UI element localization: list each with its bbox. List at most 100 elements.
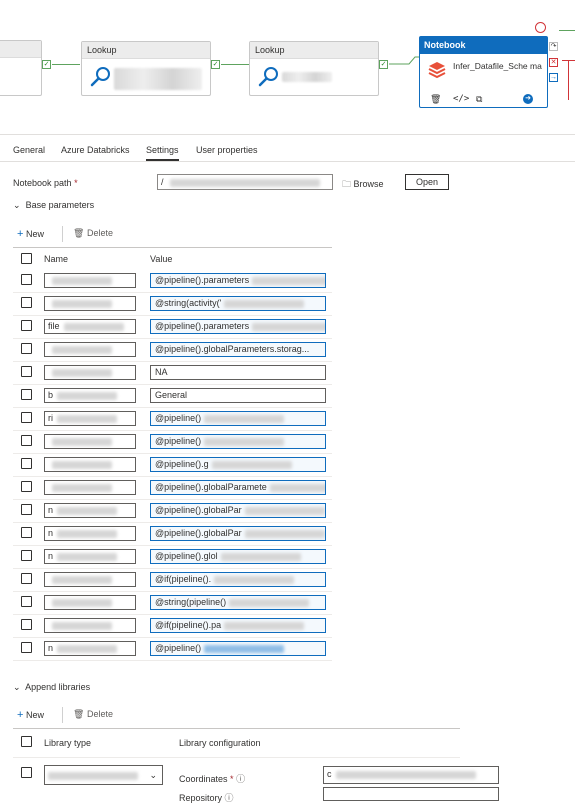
parameter-row-checkbox[interactable] (21, 596, 32, 607)
tab-user-properties[interactable]: User properties (196, 145, 258, 155)
activity-notebook[interactable]: Notebook Infer_Datafile_Sche ma 🗑 </> ⧉ … (419, 36, 548, 108)
parameter-row-checkbox[interactable] (21, 366, 32, 377)
failure-output-icon[interactable]: ✕ (549, 58, 558, 67)
parameter-value-input[interactable]: @pipeline() (150, 411, 326, 426)
new-library-button[interactable]: + New (17, 709, 44, 721)
row-divider (13, 614, 332, 615)
delete-library-button[interactable]: 🗑 Delete (73, 709, 113, 720)
parameter-name-input[interactable]: n (44, 526, 136, 541)
new-parameter-button[interactable]: + New (17, 228, 44, 240)
notebook-path-input[interactable]: / (157, 174, 333, 190)
parameter-value-input[interactable]: @pipeline().globalParamete (150, 480, 326, 495)
skip-output-icon[interactable]: ↷ (549, 42, 558, 51)
parameter-name-input[interactable] (44, 342, 136, 357)
parameter-name-input[interactable]: file (44, 319, 136, 334)
row-divider (13, 522, 332, 523)
pipeline-canvas[interactable]: ✓ Lookup ✓ Lookup ✓ Notebook Infer_Dataf… (0, 0, 575, 134)
success-output-icon[interactable]: ✓ (379, 60, 388, 69)
parameter-value-input[interactable]: @pipeline() (150, 641, 326, 656)
parameter-name-input[interactable]: n (44, 503, 136, 518)
tab-azure-databricks[interactable]: Azure Databricks (61, 145, 130, 155)
parameter-value-input[interactable]: @pipeline().glol (150, 549, 326, 564)
success-output-icon[interactable]: ✓ (42, 60, 51, 69)
parameter-row-checkbox[interactable] (21, 389, 32, 400)
parameter-row-checkbox[interactable] (21, 504, 32, 515)
parameter-row-checkbox[interactable] (21, 297, 32, 308)
parameter-value-input[interactable]: NA (150, 365, 326, 380)
tab-settings[interactable]: Settings (146, 145, 179, 161)
parameter-row-checkbox[interactable] (21, 343, 32, 354)
library-row-checkbox[interactable] (21, 767, 32, 778)
parameter-name-input[interactable]: n (44, 641, 136, 656)
parameter-value-text: @pipeline() (155, 643, 202, 653)
parameter-row-checkbox[interactable] (21, 435, 32, 446)
library-type-select[interactable]: ⌄ (44, 765, 163, 785)
open-button[interactable]: Open (405, 174, 449, 190)
parameter-name-text: b (48, 390, 54, 400)
info-icon: ⓘ (224, 793, 234, 803)
parameter-value-input[interactable]: @string(pipeline() (150, 595, 326, 610)
table-divider (13, 247, 332, 248)
parameter-row-checkbox[interactable] (21, 320, 32, 331)
activity-partial-header (0, 41, 41, 58)
delete-parameter-button[interactable]: 🗑 Delete (73, 228, 113, 239)
select-all-libraries-checkbox[interactable] (21, 736, 32, 747)
copy-icon[interactable]: ⧉ (476, 94, 482, 105)
parameter-name-input[interactable] (44, 480, 136, 495)
parameter-name-input[interactable] (44, 457, 136, 472)
parameter-value-input[interactable]: @pipeline().parameters (150, 319, 326, 334)
parameter-value-input[interactable]: @pipeline().g (150, 457, 326, 472)
parameter-value-input[interactable]: @if(pipeline().pa (150, 618, 326, 633)
parameter-name-input[interactable] (44, 618, 136, 633)
success-output-icon[interactable]: ✓ (211, 60, 220, 69)
parameter-row-checkbox[interactable] (21, 274, 32, 285)
parameter-row-checkbox[interactable] (21, 550, 32, 561)
append-libraries-toggle[interactable]: ⌄ Append libraries (13, 682, 90, 693)
navigate-icon[interactable]: ➜ (523, 94, 533, 104)
tab-general[interactable]: General (13, 145, 45, 155)
activity-partial[interactable] (0, 40, 42, 96)
base-parameters-toggle[interactable]: ⌄ Base parameters (13, 200, 94, 211)
coordinates-input[interactable]: c (323, 766, 499, 784)
parameter-value-input[interactable]: @pipeline().globalPar (150, 503, 326, 518)
row-divider (13, 637, 332, 638)
activity-actions: 🗑 </> ⧉ ➜ (430, 94, 545, 106)
parameter-value-input[interactable]: General (150, 388, 326, 403)
parameter-value-input[interactable]: @pipeline().globalParameters.storag... (150, 342, 326, 357)
row-divider (13, 545, 332, 546)
parameter-value-input[interactable]: @pipeline() (150, 434, 326, 449)
parameter-name-input[interactable] (44, 273, 136, 288)
parameter-row-checkbox[interactable] (21, 527, 32, 538)
activity-title: Lookup (82, 42, 210, 59)
activity-lookup-1[interactable]: Lookup (81, 41, 211, 96)
parameter-name-input[interactable] (44, 365, 136, 380)
parameter-value-input[interactable]: @pipeline().parameters (150, 273, 326, 288)
delete-icon[interactable]: 🗑 (430, 94, 441, 105)
parameter-row-checkbox[interactable] (21, 642, 32, 653)
parameter-name-input[interactable] (44, 572, 136, 587)
parameter-name-input[interactable]: n (44, 549, 136, 564)
parameter-name-input[interactable]: ri (44, 411, 136, 426)
chevron-down-icon: ⌄ (13, 682, 21, 692)
parameter-name-input[interactable] (44, 434, 136, 449)
parameter-value-input[interactable]: @pipeline().globalPar (150, 526, 326, 541)
parameter-name-input[interactable] (44, 595, 136, 610)
parameter-row-checkbox[interactable] (21, 458, 32, 469)
repository-label: Repository ⓘ (179, 793, 234, 803)
parameter-name-input[interactable]: b (44, 388, 136, 403)
select-all-checkbox[interactable] (21, 253, 32, 264)
code-icon[interactable]: </> (453, 94, 469, 104)
parameter-name-text: ri (48, 413, 53, 423)
parameter-row-checkbox[interactable] (21, 481, 32, 492)
parameter-row-checkbox[interactable] (21, 412, 32, 423)
parameter-row-checkbox[interactable] (21, 573, 32, 584)
parameter-name-input[interactable] (44, 296, 136, 311)
parameter-value-text: @pipeline().glol (155, 551, 218, 561)
completion-output-icon[interactable]: → (549, 73, 558, 82)
parameter-value-text: @if(pipeline().pa (155, 620, 222, 630)
browse-button[interactable]: 🗀 Browse (342, 177, 384, 193)
parameter-value-input[interactable]: @if(pipeline(). (150, 572, 326, 587)
activity-lookup-2[interactable]: Lookup (249, 41, 379, 96)
parameter-row-checkbox[interactable] (21, 619, 32, 630)
parameter-value-input[interactable]: @string(activity(' (150, 296, 326, 311)
